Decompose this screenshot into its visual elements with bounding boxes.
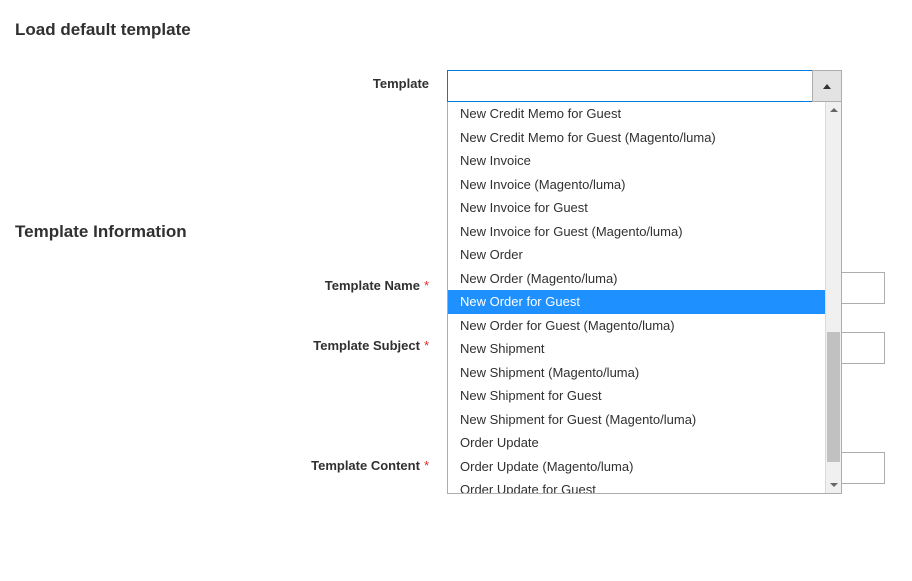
dropdown-option[interactable]: New Invoice for Guest (Magento/luma) <box>448 220 825 244</box>
dropdown-option[interactable]: Order Update <box>448 431 825 455</box>
template-name-label: Template Name* <box>15 272 447 293</box>
template-dropdown-list: New Credit Memo for GuestNew Credit Memo… <box>447 102 842 494</box>
template-content-label: Template Content* <box>15 452 447 473</box>
dropdown-option[interactable]: New Shipment for Guest <box>448 384 825 408</box>
dropdown-option[interactable]: New Order (Magento/luma) <box>448 267 825 291</box>
dropdown-option[interactable]: New Order for Guest <box>448 290 825 314</box>
dropdown-option[interactable]: New Credit Memo for Guest (Magento/luma) <box>448 126 825 150</box>
template-subject-label: Template Subject* <box>15 332 447 353</box>
dropdown-option[interactable]: New Shipment (Magento/luma) <box>448 361 825 385</box>
dropdown-option[interactable]: Order Update for Guest <box>448 478 825 493</box>
template-row: Template New Credit Memo for GuestNew Cr… <box>15 70 897 102</box>
dropdown-option[interactable]: New Invoice for Guest <box>448 196 825 220</box>
dropdown-option[interactable]: New Order for Guest (Magento/luma) <box>448 314 825 338</box>
chevron-up-icon <box>823 84 831 89</box>
dropdown-option[interactable]: New Shipment for Guest (Magento/luma) <box>448 408 825 432</box>
required-icon: * <box>424 458 429 473</box>
section-load-default-title: Load default template <box>15 20 897 40</box>
template-select-display[interactable] <box>447 70 842 102</box>
required-icon: * <box>424 278 429 293</box>
dropdown-option[interactable]: New Credit Memo for Guest <box>448 102 825 126</box>
chevron-down-icon <box>830 483 838 487</box>
dropdown-scrollbar[interactable] <box>825 102 841 493</box>
dropdown-option[interactable]: New Shipment <box>448 337 825 361</box>
dropdown-option[interactable]: Order Update (Magento/luma) <box>448 455 825 479</box>
template-select[interactable]: New Credit Memo for GuestNew Credit Memo… <box>447 70 842 102</box>
chevron-up-icon <box>830 108 838 112</box>
scrollbar-up-button[interactable] <box>826 102 841 118</box>
dropdown-option[interactable]: New Order <box>448 243 825 267</box>
template-select-toggle[interactable] <box>812 70 842 102</box>
dropdown-option[interactable]: New Invoice (Magento/luma) <box>448 173 825 197</box>
scrollbar-thumb[interactable] <box>827 332 840 462</box>
required-icon: * <box>424 338 429 353</box>
scrollbar-down-button[interactable] <box>826 477 841 493</box>
template-label: Template <box>15 70 447 91</box>
dropdown-option[interactable]: New Invoice <box>448 149 825 173</box>
